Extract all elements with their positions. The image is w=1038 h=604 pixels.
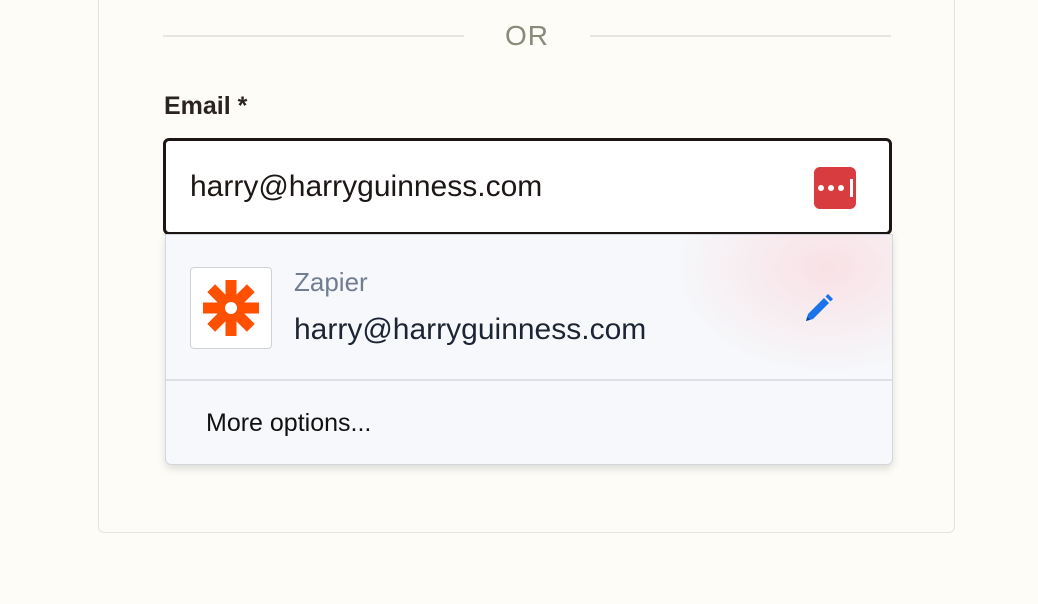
email-label: Email * (164, 92, 248, 120)
more-options-link[interactable]: More options... (206, 409, 371, 438)
suggestion-site-name: Zapier (294, 267, 368, 297)
autofill-suggestion[interactable]: Zapier harry@harryguinness.com (166, 235, 892, 381)
email-value: harry@harryguinness.com (190, 170, 543, 203)
divider-label: OR (505, 20, 549, 51)
autofill-dropdown: Zapier harry@harryguinness.com More opti… (165, 234, 893, 465)
zapier-logo-icon (190, 267, 272, 349)
pencil-icon[interactable] (800, 291, 836, 327)
or-divider: OR (163, 18, 891, 54)
email-field[interactable]: harry@harryguinness.com (163, 138, 892, 235)
lastpass-icon[interactable] (814, 167, 856, 209)
suggestion-username: harry@harryguinness.com (294, 313, 647, 346)
